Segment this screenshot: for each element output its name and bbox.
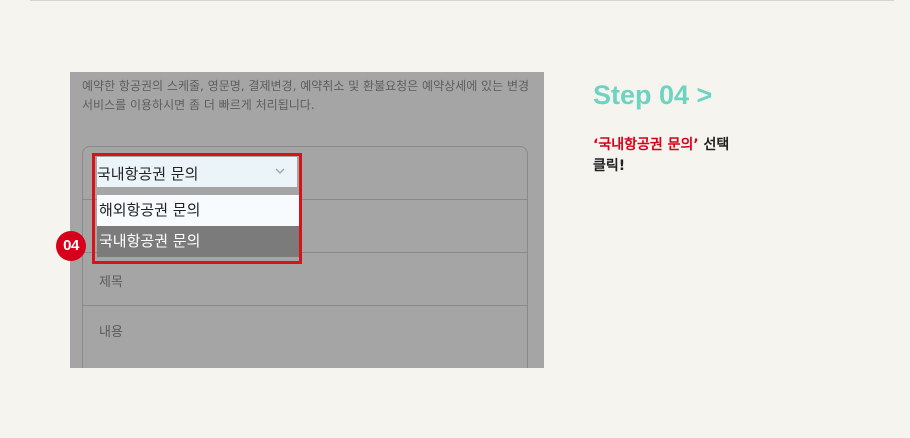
inquiry-type-select[interactable]: 국내항공권 문의 <box>97 157 297 187</box>
screenshot-panel: 예약한 항공권의 스케줄, 영문명, 결제변경, 예약취소 및 환불요청은 예약… <box>70 72 544 368</box>
step-number-badge: 04 <box>56 231 86 261</box>
instruction-action: 선택 <box>703 137 730 153</box>
step-title: Step 04 > <box>593 80 713 110</box>
top-divider <box>30 0 894 1</box>
chevron-down-icon <box>275 168 285 174</box>
inquiry-type-dropdown: 해외항공권 문의 국내항공권 문의 <box>97 195 300 257</box>
content-field-label: 내용 <box>99 325 123 340</box>
select-current-value: 국내항공권 문의 <box>97 165 199 183</box>
service-description: 예약한 항공권의 스케줄, 영문명, 결제변경, 예약취소 및 환불요청은 예약… <box>82 79 530 112</box>
title-field-label: 제목 <box>99 275 123 290</box>
step-instruction: ‘국내항공권 문의’ 선택 클릭! <box>593 135 793 177</box>
form-divider <box>83 305 527 306</box>
instruction-action-line2: 클릭! <box>593 158 626 174</box>
option-international-flight[interactable]: 해외항공권 문의 <box>97 195 300 226</box>
option-domestic-flight[interactable]: 국내항공권 문의 <box>97 226 300 257</box>
instruction-quoted-label: ‘국내항공권 문의’ <box>593 137 699 153</box>
